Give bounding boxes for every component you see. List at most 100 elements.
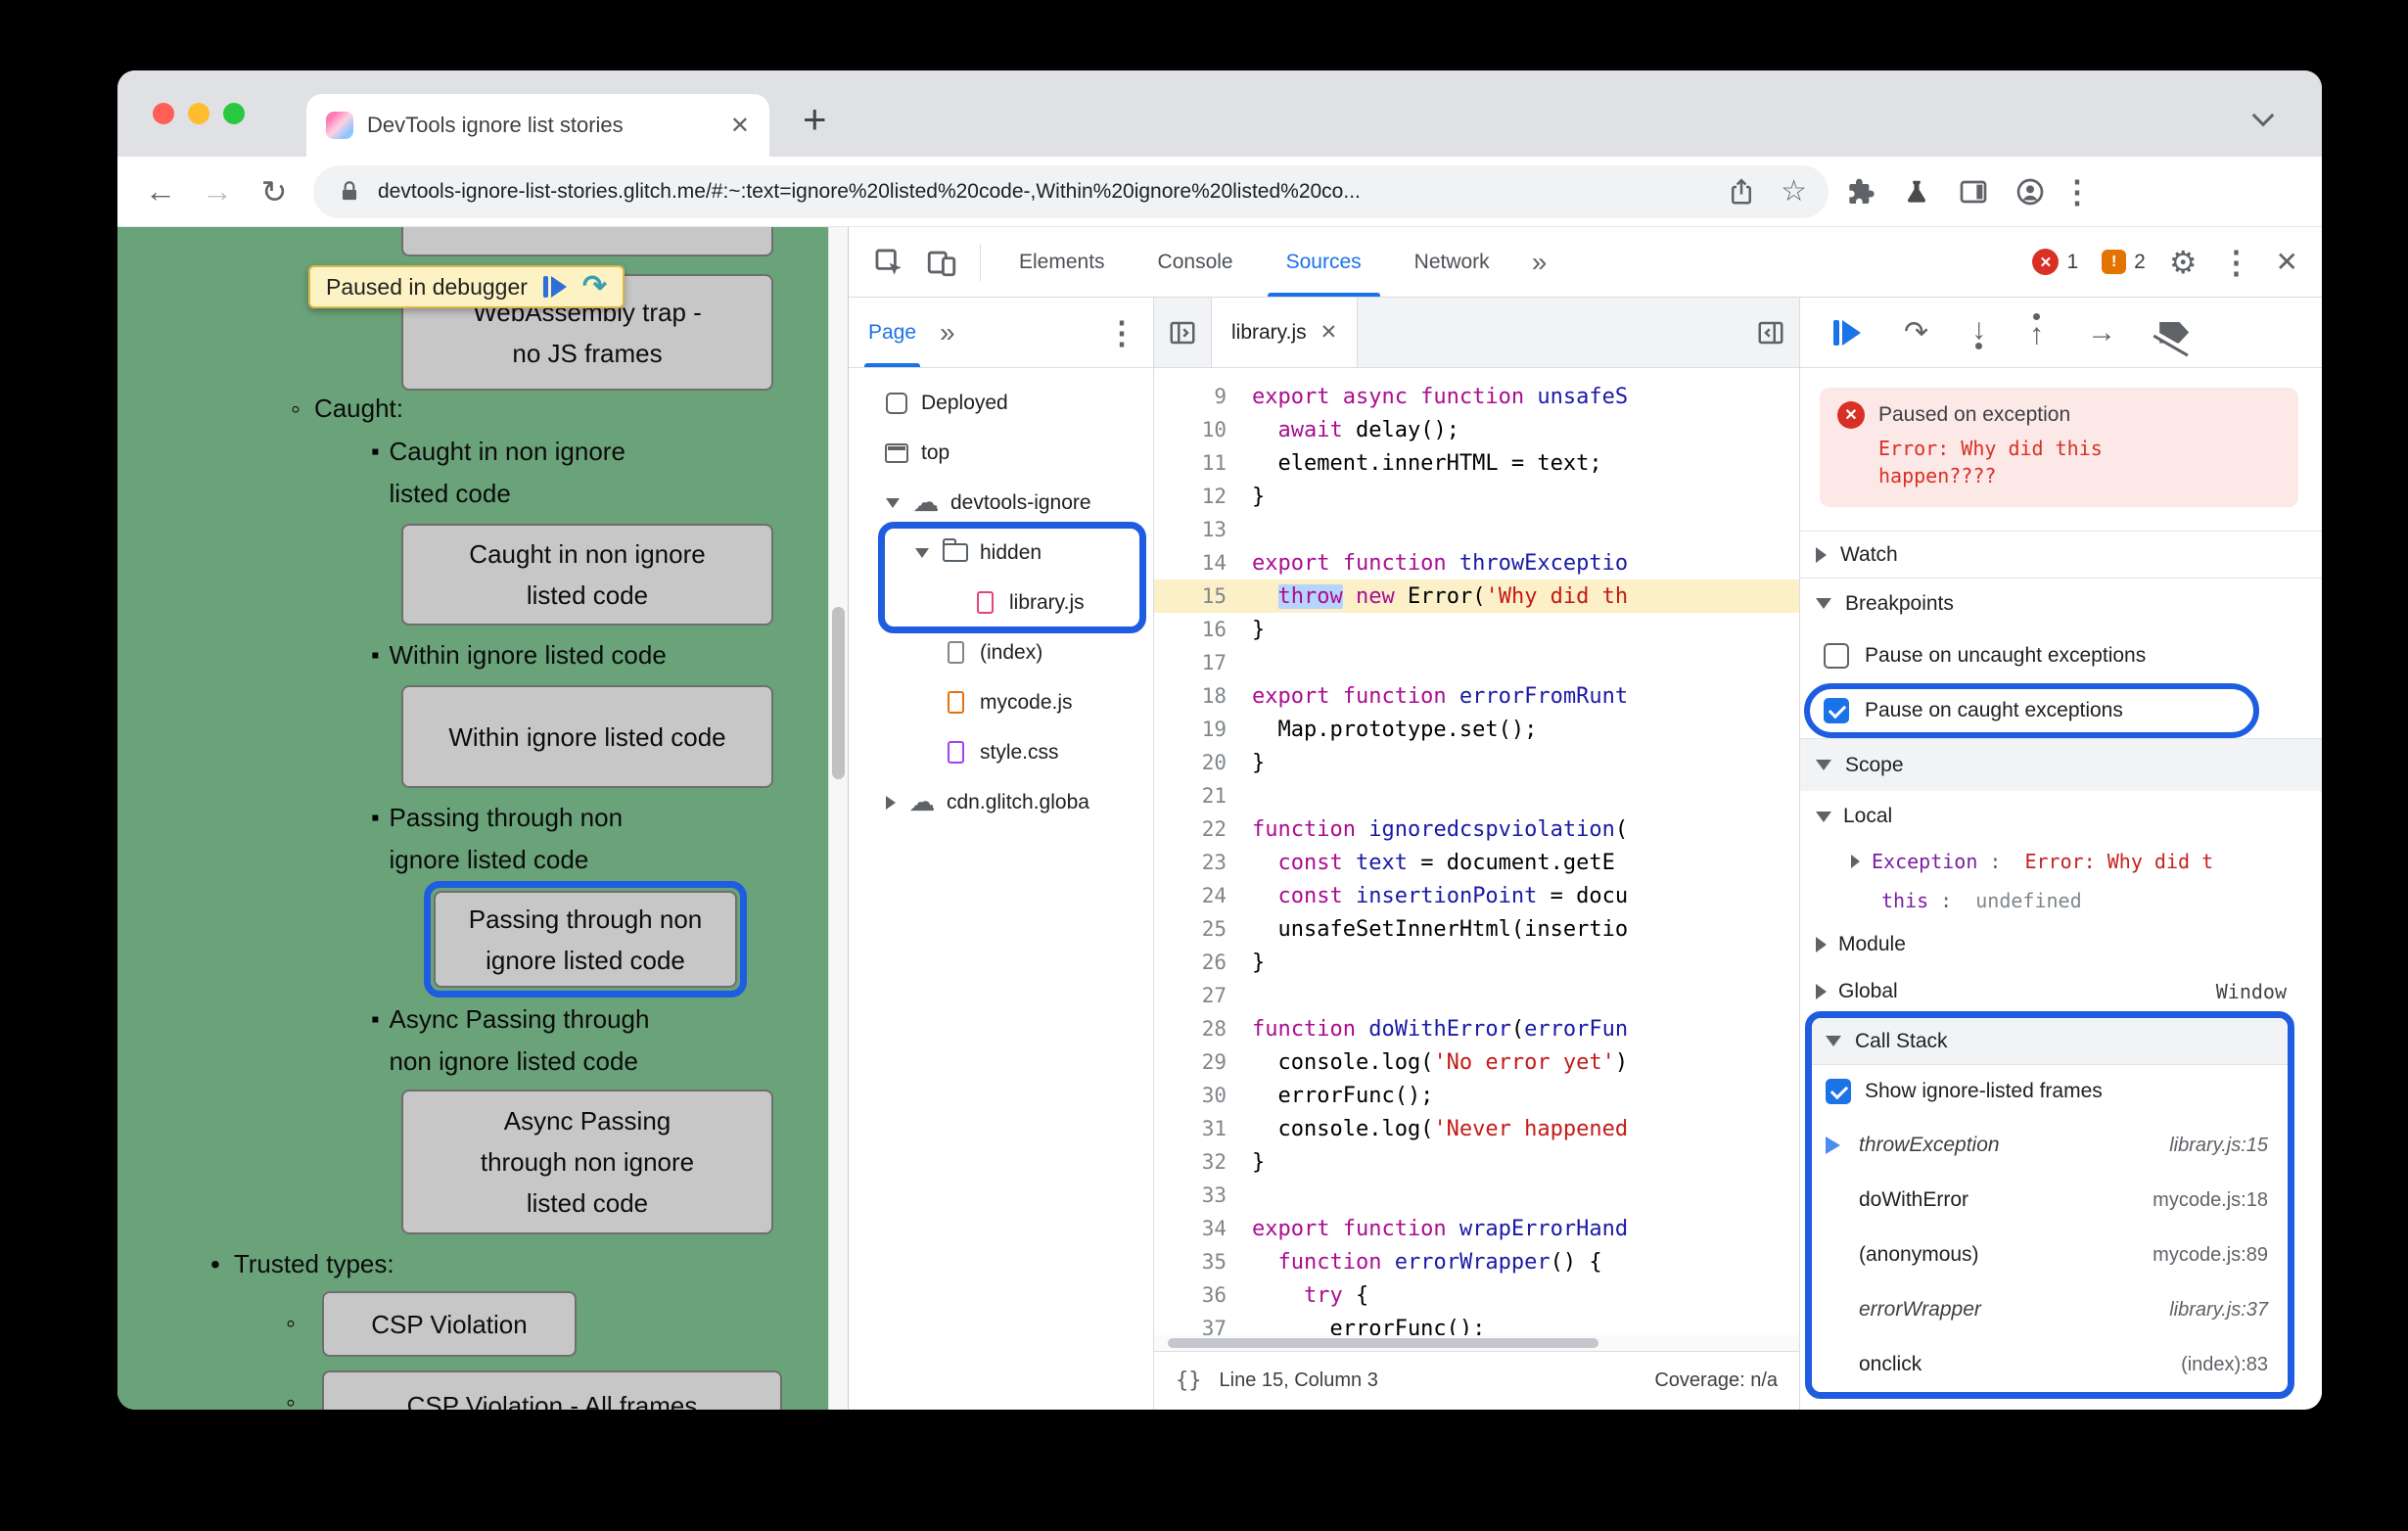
devtools-menu-icon[interactable]: ⋮ bbox=[2221, 244, 2252, 281]
tree-item-cdn-glitch-globa[interactable]: ☁ cdn.glitch.globa bbox=[849, 777, 1153, 827]
breakpoints-section-header[interactable]: Breakpoints bbox=[1800, 578, 2322, 628]
scope-local-row[interactable]: Local bbox=[1800, 791, 2322, 842]
reload-icon[interactable]: ↻ bbox=[249, 173, 300, 210]
pause-on-caught-row[interactable]: Pause on caught exceptions bbox=[1800, 683, 2322, 738]
code-line-19[interactable]: 19 Map.prototype.set(); bbox=[1154, 713, 1799, 746]
tab-close-icon[interactable]: ✕ bbox=[730, 112, 750, 140]
url-bar[interactable]: devtools-ignore-list-stories.glitch.me/#… bbox=[313, 164, 1829, 218]
bookmark-star-icon[interactable]: ☆ bbox=[1781, 174, 1807, 209]
callstack-frame-onclick[interactable]: onclick (index):83 bbox=[1812, 1337, 2288, 1392]
scope-this-row[interactable]: this: undefined bbox=[1800, 881, 2322, 920]
code-line-24[interactable]: 24 const insertionPoint = docu bbox=[1154, 879, 1799, 912]
tree-item-hidden[interactable]: hidden bbox=[849, 528, 1153, 578]
more-tabs-icon[interactable]: » bbox=[1516, 247, 1563, 278]
back-icon[interactable]: ← bbox=[135, 173, 186, 209]
macos-close-button[interactable] bbox=[153, 103, 174, 124]
csp-button-csp-violation[interactable]: CSP Violation bbox=[322, 1291, 577, 1357]
extensions-puzzle-icon[interactable] bbox=[1834, 176, 1885, 208]
device-toolbar-icon[interactable] bbox=[915, 236, 968, 289]
macos-zoom-button[interactable] bbox=[223, 103, 245, 124]
callstack-frame-errorwrapper[interactable]: errorWrapper library.js:37 bbox=[1812, 1282, 2288, 1337]
devtools-tab-sources[interactable]: Sources bbox=[1260, 227, 1388, 297]
callstack-frame-dowitherror[interactable]: doWithError mycode.js:18 bbox=[1812, 1173, 2288, 1228]
code-line-14[interactable]: 14 export function throwExceptio bbox=[1154, 546, 1799, 580]
page-button-passing-through-non-ignore-listed-code[interactable]: Passing through non ignore listed code bbox=[434, 891, 737, 988]
watch-section-header[interactable]: Watch bbox=[1800, 531, 2322, 578]
code-line-12[interactable]: 12} bbox=[1154, 480, 1799, 513]
code-line-20[interactable]: 20} bbox=[1154, 746, 1799, 779]
pause-uncaught-checkbox[interactable] bbox=[1824, 643, 1849, 669]
pause-on-uncaught-row[interactable]: Pause on uncaught exceptions bbox=[1800, 628, 2322, 683]
show-ignore-listed-checkbox[interactable] bbox=[1826, 1079, 1851, 1104]
profile-avatar[interactable] bbox=[2005, 176, 2056, 208]
inspect-element-icon[interactable] bbox=[862, 236, 915, 289]
chevron-right-icon[interactable] bbox=[886, 795, 896, 810]
navigator-tab-page[interactable]: Page bbox=[864, 298, 921, 367]
tree-item-top[interactable]: top bbox=[849, 428, 1153, 478]
page-button-async-passing-through-non-ignore-listed-code[interactable]: Async Passing through non ignore listed … bbox=[401, 1090, 773, 1234]
tree-item-devtools-ignore[interactable]: ☁ devtools-ignore bbox=[849, 478, 1153, 528]
page-scrollbar[interactable] bbox=[828, 227, 848, 1410]
toggle-navigator-icon[interactable] bbox=[1154, 298, 1211, 367]
devtools-close-icon[interactable]: ✕ bbox=[2276, 246, 2298, 278]
navigator-more-tabs-icon[interactable]: » bbox=[940, 317, 955, 348]
step-over-icon[interactable]: ↷ bbox=[582, 272, 607, 302]
code-line-22[interactable]: 22 function ignoredcspviolation( bbox=[1154, 812, 1799, 846]
pause-caught-checkbox[interactable] bbox=[1824, 698, 1849, 723]
tree-item--index-[interactable]: (index) bbox=[849, 627, 1153, 677]
code-line-9[interactable]: 9 export async function unsafeS bbox=[1154, 380, 1799, 413]
devtools-tab-network[interactable]: Network bbox=[1388, 227, 1516, 297]
format-braces-icon[interactable]: {} bbox=[1176, 1369, 1202, 1393]
devtools-tab-console[interactable]: Console bbox=[1132, 227, 1260, 297]
code-line-30[interactable]: 30 errorFunc(); bbox=[1154, 1079, 1799, 1112]
code-line-21[interactable]: 21 bbox=[1154, 779, 1799, 812]
macos-minimize-button[interactable] bbox=[188, 103, 209, 124]
code-line-25[interactable]: 25 unsafeSetInnerHtml(insertio bbox=[1154, 912, 1799, 946]
error-badge[interactable]: ✕ 1 bbox=[2032, 249, 2078, 275]
tree-item-mycode-js[interactable]: mycode.js bbox=[849, 677, 1153, 727]
code-line-10[interactable]: 10 await delay(); bbox=[1154, 413, 1799, 446]
browser-tab[interactable]: DevTools ignore list stories ✕ bbox=[306, 94, 769, 157]
step-out-button[interactable]: ↑ bbox=[2029, 313, 2044, 349]
callstack-frame-throwexception[interactable]: throwException library.js:15 bbox=[1812, 1118, 2288, 1173]
page-scrollbar-thumb[interactable] bbox=[832, 607, 845, 779]
code-line-29[interactable]: 29 console.log('No error yet') bbox=[1154, 1045, 1799, 1079]
resume-button[interactable] bbox=[1833, 319, 1861, 346]
editor-tab-close-icon[interactable]: ✕ bbox=[1320, 320, 1338, 345]
code-line-16[interactable]: 16} bbox=[1154, 613, 1799, 646]
code-line-17[interactable]: 17 bbox=[1154, 646, 1799, 679]
chevron-down-icon[interactable] bbox=[915, 547, 929, 558]
tree-item-style-css[interactable]: style.css bbox=[849, 727, 1153, 777]
scope-section-header[interactable]: Scope bbox=[1800, 738, 2322, 791]
editor-horizontal-scrollbar[interactable] bbox=[1154, 1335, 1799, 1351]
code-line-23[interactable]: 23 const text = document.getE bbox=[1154, 846, 1799, 879]
tree-item-deployed[interactable]: Deployed bbox=[849, 378, 1153, 428]
show-ignore-listed-row[interactable]: Show ignore-listed frames bbox=[1812, 1065, 2288, 1118]
step-over-button[interactable]: ↷ bbox=[1904, 317, 1928, 348]
page-button-within-ignore-listed-code[interactable]: Within ignore listed code bbox=[401, 685, 773, 788]
scope-global-row[interactable]: Global Window bbox=[1800, 968, 2322, 1015]
code-line-11[interactable]: 11 element.innerHTML = text; bbox=[1154, 446, 1799, 480]
tab-search-chevron-icon[interactable] bbox=[2251, 104, 2275, 127]
code-line-36[interactable]: 36 try { bbox=[1154, 1278, 1799, 1312]
code-line-26[interactable]: 26} bbox=[1154, 946, 1799, 979]
page-button-caught-in-non-ignore-listed-code[interactable]: Caught in non ignore listed code bbox=[401, 524, 773, 626]
scope-module-row[interactable]: Module bbox=[1800, 920, 2322, 968]
callstack-frame--anonymous-[interactable]: (anonymous) mycode.js:89 bbox=[1812, 1228, 2288, 1282]
code-line-18[interactable]: 18 export function errorFromRunt bbox=[1154, 679, 1799, 713]
side-panel-icon[interactable] bbox=[1948, 176, 1999, 208]
extension-icon[interactable] bbox=[1891, 177, 1942, 207]
step-button[interactable]: → bbox=[2087, 317, 2116, 348]
new-tab-button[interactable]: + bbox=[803, 96, 827, 143]
share-icon[interactable] bbox=[1716, 177, 1767, 207]
code-line-13[interactable]: 13 bbox=[1154, 513, 1799, 546]
navigator-menu-icon[interactable]: ⋮ bbox=[1106, 314, 1137, 351]
resume-script-icon[interactable] bbox=[542, 276, 567, 298]
code-line-35[interactable]: 35 function errorWrapper() { bbox=[1154, 1245, 1799, 1278]
code-line-31[interactable]: 31 console.log('Never happened bbox=[1154, 1112, 1799, 1145]
forward-icon[interactable]: → bbox=[192, 173, 243, 209]
code-viewer[interactable]: 9 export async function unsafeS 10 await d… bbox=[1154, 368, 1799, 1335]
deactivate-breakpoints-button[interactable] bbox=[2154, 321, 2191, 354]
browser-menu-icon[interactable]: ⋮ bbox=[2061, 173, 2093, 210]
csp-button-csp-violation-all-frames[interactable]: CSP Violation - All frames bbox=[322, 1370, 782, 1410]
